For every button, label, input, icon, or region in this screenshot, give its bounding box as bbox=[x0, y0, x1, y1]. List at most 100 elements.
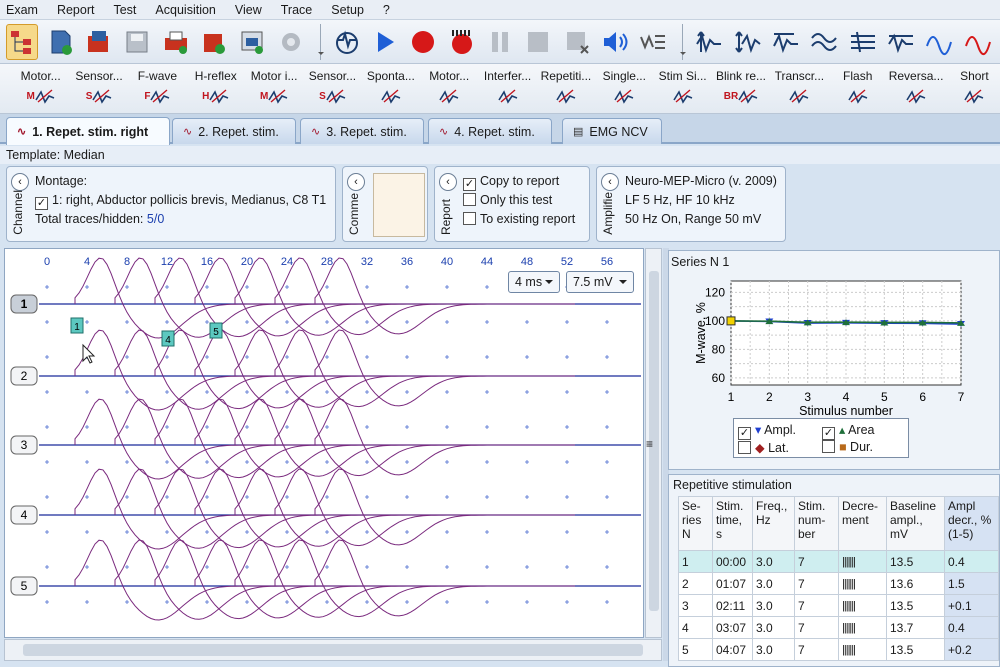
col-stim-number[interactable]: Stim. num-ber bbox=[794, 496, 839, 551]
test-tool-button[interactable]: Transcr... bbox=[767, 64, 832, 113]
collapse-comment-button[interactable]: ‹ bbox=[347, 173, 365, 191]
toolbar-separator[interactable] bbox=[313, 23, 324, 60]
trace-red-button[interactable] bbox=[962, 24, 994, 60]
trace-overlay-button[interactable] bbox=[808, 24, 840, 60]
waveform-display[interactable]: 0 4 8 12 16 20 24 28 32 36 40 44 48 52 56 1 2 3 4 5 1 4 5 bbox=[4, 248, 644, 638]
scroll-thumb[interactable] bbox=[23, 644, 643, 656]
export-button[interactable] bbox=[198, 24, 230, 60]
trace-shift-button[interactable] bbox=[770, 24, 802, 60]
test-tool-button[interactable]: Sponta... bbox=[358, 64, 423, 113]
menu-setup[interactable]: Setup bbox=[331, 3, 364, 17]
menu-help[interactable]: ? bbox=[383, 3, 390, 17]
menu-report[interactable]: Report bbox=[57, 3, 95, 17]
only-this-test-option[interactable]: Only this test bbox=[463, 191, 575, 210]
legend-item-dur[interactable]: ■ Dur. bbox=[822, 440, 873, 454]
repeat-record-button[interactable] bbox=[446, 24, 478, 60]
test-tool-button[interactable]: Motor... M bbox=[8, 64, 73, 113]
area-checkbox[interactable]: ✓ bbox=[822, 427, 835, 440]
trace-stack-button[interactable] bbox=[847, 24, 879, 60]
save-exam-button[interactable] bbox=[121, 24, 153, 60]
to-existing-report-option[interactable]: To existing report bbox=[463, 210, 575, 229]
test-tool-button[interactable]: Short bbox=[942, 64, 1000, 113]
tab-repet-stim-2[interactable]: ∿ 2. Repet. stim. bbox=[172, 118, 296, 144]
collapse-amplifier-button[interactable]: ‹ bbox=[601, 173, 619, 191]
col-ampl-decr[interactable]: Ampl decr., % (1-5) bbox=[944, 496, 999, 551]
test-tool-button[interactable]: Motor... bbox=[417, 64, 482, 113]
collapse-report-button[interactable]: ‹ bbox=[439, 173, 457, 191]
col-baseline-ampl[interactable]: Baseline ampl., mV bbox=[886, 496, 945, 551]
trace-up-button[interactable] bbox=[693, 24, 725, 60]
table-row[interactable]: 4 03:07 3.0 7 ||||||| 13.7 0.4 bbox=[678, 616, 999, 639]
tab-emg-ncv[interactable]: ▤ EMG NCV bbox=[562, 118, 662, 144]
monitor-button[interactable] bbox=[331, 24, 363, 60]
test-tool-button[interactable]: Flash bbox=[825, 64, 890, 113]
filter-button[interactable] bbox=[637, 24, 669, 60]
trace-single-button[interactable] bbox=[923, 24, 955, 60]
test-tool-button[interactable]: Motor i... M bbox=[241, 64, 306, 113]
table-row[interactable]: 5 04:07 3.0 7 ||||||| 13.5 +0.2 bbox=[678, 638, 999, 661]
pause-button[interactable] bbox=[484, 24, 516, 60]
copy-to-report-checkbox[interactable]: ✓ bbox=[463, 178, 476, 191]
ampl-checkbox[interactable]: ✓ bbox=[738, 427, 751, 440]
table-row[interactable]: 3 02:11 3.0 7 ||||||| 13.5 +0.1 bbox=[678, 594, 999, 617]
tree-view-button[interactable] bbox=[6, 23, 39, 60]
sweep-dropdown[interactable]: 4 ms bbox=[508, 271, 560, 293]
col-decrement[interactable]: Decre-ment bbox=[838, 496, 887, 551]
comment-textarea[interactable] bbox=[373, 173, 425, 237]
sound-button[interactable] bbox=[599, 24, 631, 60]
col-stim-time[interactable]: Stim. time, s bbox=[712, 496, 753, 551]
time-tick-label: 16 bbox=[201, 256, 213, 268]
settings-disabled-button[interactable] bbox=[275, 24, 307, 60]
trace-cascade-button[interactable] bbox=[885, 24, 917, 60]
col-freq[interactable]: Freq., Hz bbox=[752, 496, 795, 551]
grid-cross bbox=[285, 355, 289, 359]
trace-number-label: 1 bbox=[21, 297, 28, 311]
test-tool-button[interactable]: Sensor... S bbox=[300, 64, 365, 113]
test-tool-button[interactable]: Single... bbox=[592, 64, 657, 113]
legend-item-area[interactable]: ✓ ▴ Area bbox=[822, 422, 874, 440]
test-tool-button[interactable]: Stim Si... bbox=[650, 64, 715, 113]
menu-acquisition[interactable]: Acquisition bbox=[155, 3, 215, 17]
only-this-test-checkbox[interactable] bbox=[463, 193, 476, 206]
to-existing-report-checkbox[interactable] bbox=[463, 212, 476, 225]
test-tool-button[interactable]: Reversa... bbox=[883, 64, 948, 113]
record-button[interactable] bbox=[407, 24, 439, 60]
lat-checkbox[interactable] bbox=[738, 441, 751, 454]
tab-repet-stim-right[interactable]: ∿ 1. Repet. stim. right bbox=[6, 117, 170, 145]
dur-checkbox[interactable] bbox=[822, 440, 835, 453]
test-tool-button[interactable]: Interfer... bbox=[475, 64, 540, 113]
play-button[interactable] bbox=[369, 24, 401, 60]
stop-button[interactable] bbox=[522, 24, 554, 60]
table-row[interactable]: 1 00:00 3.0 7 ||||||| 13.5 0.4 bbox=[678, 550, 999, 573]
window-button[interactable] bbox=[236, 24, 268, 60]
clear-button[interactable] bbox=[561, 24, 593, 60]
menu-exam[interactable]: Exam bbox=[6, 3, 38, 17]
toolbar-separator[interactable] bbox=[676, 23, 686, 60]
tab-repet-stim-3[interactable]: ∿ 3. Repet. stim. bbox=[300, 118, 424, 144]
new-exam-button[interactable] bbox=[44, 24, 76, 60]
trace-down-button[interactable] bbox=[732, 24, 764, 60]
menu-test[interactable]: Test bbox=[113, 3, 136, 17]
menu-view[interactable]: View bbox=[235, 3, 262, 17]
collapse-channel-button[interactable]: ‹ bbox=[11, 173, 29, 191]
table-row[interactable]: 2 01:07 3.0 7 ||||||| 13.6 1.5 bbox=[678, 572, 999, 595]
print-button[interactable] bbox=[159, 24, 191, 60]
col-series[interactable]: Se-ries N bbox=[678, 496, 713, 551]
test-tool-button[interactable]: Repetiti... bbox=[533, 64, 598, 113]
test-tool-button[interactable]: H-reflex H bbox=[183, 64, 248, 113]
test-tool-button[interactable]: Sensor... S bbox=[66, 64, 131, 113]
test-tool-label: Blink re... bbox=[715, 69, 766, 83]
menu-trace[interactable]: Trace bbox=[281, 3, 313, 17]
channel-checkbox[interactable]: ✓ bbox=[35, 197, 48, 210]
legend-item-ampl[interactable]: ✓ ▾ Ampl. bbox=[738, 422, 796, 440]
tab-repet-stim-4[interactable]: ∿ 4. Repet. stim. bbox=[428, 118, 552, 144]
legend-item-lat[interactable]: ◆ Lat. bbox=[738, 440, 789, 455]
test-tool-button[interactable]: F-wave F bbox=[125, 64, 190, 113]
test-tool-button[interactable]: Blink re... BR bbox=[708, 64, 773, 113]
open-exam-button[interactable] bbox=[83, 24, 115, 60]
copy-to-report-option[interactable]: ✓ Copy to report bbox=[463, 172, 575, 191]
ampl-marker-icon: ▾ bbox=[755, 423, 762, 437]
test-tool-label: Reversa... bbox=[888, 69, 944, 83]
sensitivity-dropdown[interactable]: 7.5 mV bbox=[566, 271, 634, 293]
waveform-horizontal-scrollbar[interactable] bbox=[4, 639, 662, 661]
